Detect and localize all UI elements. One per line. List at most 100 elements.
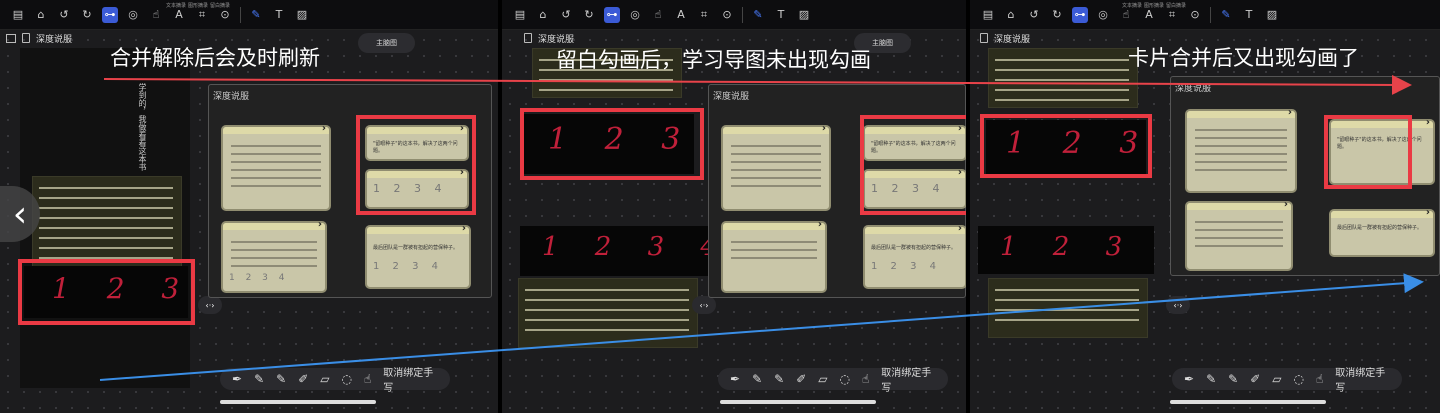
touch-icon[interactable]: ☝ <box>1316 372 1323 386</box>
library-icon[interactable]: ▤ <box>980 7 996 23</box>
redo-icon[interactable]: ↻ <box>1049 7 1065 23</box>
mindmap-card[interactable] <box>721 123 831 211</box>
mindmap-icon[interactable]: ⊶ <box>1072 6 1088 23</box>
toolbar: ▤ ⌂ ↺ ↻ ⊶ ◎ ☝ A ⌗ ⊙ ✎ T ▨ <box>970 0 1440 30</box>
target-icon[interactable]: ◎ <box>1095 7 1111 23</box>
home-icon[interactable]: ⌂ <box>535 7 551 23</box>
unbind-button[interactable]: 取消绑定手写 <box>881 364 936 394</box>
mindmap-card[interactable] <box>221 123 331 211</box>
toolbar-mini-label: 文本摘录 <box>166 3 187 9</box>
unbind-button[interactable]: 取消绑定手写 <box>1335 364 1390 394</box>
library-icon[interactable]: ▤ <box>512 7 528 23</box>
note-block <box>518 278 698 348</box>
toolbar-mini-label: 文本摘录 <box>1122 3 1143 9</box>
handwriting: 1 2 3 4 <box>1000 232 1154 262</box>
mindmap-card[interactable] <box>1185 107 1297 193</box>
toolbar-divider <box>742 6 743 23</box>
mindmap-card[interactable] <box>1185 199 1293 271</box>
undo-icon[interactable]: ↺ <box>558 7 574 23</box>
home-icon[interactable]: ⌂ <box>1003 7 1019 23</box>
handwriting: 1 2 3 4 <box>542 232 710 262</box>
eraser-icon[interactable]: ▱ <box>818 372 827 386</box>
marker-icon[interactable]: ✐ <box>298 372 308 386</box>
pen-icon[interactable]: ✎ <box>1218 7 1234 23</box>
target-icon[interactable]: ◎ <box>125 7 141 23</box>
collapse-icon[interactable]: ‹·› <box>1166 296 1190 314</box>
card-handwriting: 1 2 3 4 <box>373 261 443 272</box>
text-icon[interactable]: A <box>673 7 689 23</box>
redo-icon[interactable]: ↻ <box>79 7 95 23</box>
unbind-button[interactable]: 取消绑定手写 <box>383 364 438 394</box>
image-icon[interactable]: ▨ <box>1264 7 1280 23</box>
touch-icon[interactable]: ☝ <box>364 372 371 386</box>
redo-icon[interactable]: ↻ <box>581 7 597 23</box>
mindmap-card[interactable] <box>721 219 827 293</box>
mindmap-card[interactable]: 最后团队是一群被有担起的营保种子。 <box>1329 207 1435 257</box>
doc-tab[interactable]: 深度说服 <box>980 30 1030 46</box>
toolbar: ▤ ⌂ ↺ ↻ ⊶ ◎ ☝ A ⌗ ⊙ ✎ T ▨ <box>502 0 966 30</box>
lasso-tool-icon[interactable]: ◌ <box>839 372 849 386</box>
image-icon[interactable]: ▨ <box>796 7 812 23</box>
eraser-icon[interactable]: ▱ <box>320 372 329 386</box>
crop-icon[interactable]: ⌗ <box>696 7 712 23</box>
target-icon[interactable]: ◎ <box>627 7 643 23</box>
handwriting-block[interactable]: 1 2 3 4 <box>978 226 1154 274</box>
pen-tray: ✒ ✎ ✎ ✐ ▱ ◌ ☝ 取消绑定手写 <box>718 368 948 394</box>
hand-icon[interactable]: ☝ <box>148 7 164 23</box>
doc-tab[interactable]: 深度说服 <box>6 30 72 46</box>
pen-blue-icon[interactable]: ✎ <box>1206 372 1216 386</box>
doc-title: 深度说服 <box>36 34 73 45</box>
document-column: 学到的，我做看看这本书 <box>20 48 190 388</box>
mindmap-card[interactable]: 1 2 3 4 <box>221 219 327 293</box>
sheet-title: 深度说服 <box>213 92 250 102</box>
hand-icon[interactable]: ☝ <box>650 7 666 23</box>
undo-icon[interactable]: ↺ <box>56 7 72 23</box>
collapse-icon[interactable]: ‹·› <box>692 296 716 314</box>
mindmap-icon[interactable]: ⊶ <box>604 6 620 23</box>
library-icon[interactable]: ▤ <box>10 7 26 23</box>
eraser-icon[interactable]: ▱ <box>1272 372 1281 386</box>
textbox-icon[interactable]: T <box>1241 7 1257 23</box>
mindmap-tab[interactable]: 主脑图 <box>358 33 415 53</box>
note-block <box>988 278 1148 338</box>
highlight-box <box>1324 115 1412 189</box>
home-indicator <box>1170 400 1326 404</box>
sidebar-toggle-icon[interactable] <box>6 33 16 43</box>
pen-black-icon[interactable]: ✒ <box>232 372 242 386</box>
undo-icon[interactable]: ↺ <box>1026 7 1042 23</box>
toolbar-divider <box>240 6 241 23</box>
pen-green-icon[interactable]: ✎ <box>774 372 784 386</box>
image-icon[interactable]: ▨ <box>294 7 310 23</box>
pen-blue-icon[interactable]: ✎ <box>752 372 762 386</box>
pen-icon[interactable]: ✎ <box>750 7 766 23</box>
pen-black-icon[interactable]: ✒ <box>730 372 740 386</box>
pen-black-icon[interactable]: ✒ <box>1184 372 1194 386</box>
collapse-icon[interactable]: ‹·› <box>198 296 222 314</box>
lasso-icon[interactable]: ⊙ <box>719 7 735 23</box>
lasso-icon[interactable]: ⊙ <box>1187 7 1203 23</box>
marker-icon[interactable]: ✐ <box>1250 372 1260 386</box>
card-handwriting: 1 2 3 4 <box>871 261 941 272</box>
lasso-tool-icon[interactable]: ◌ <box>1293 372 1303 386</box>
home-indicator <box>720 400 876 404</box>
mindmap-card[interactable]: 最后团队是一群被有担起的营保种子。 1 2 3 4 <box>863 223 966 289</box>
toolbar: ▤ ⌂ ↺ ↻ ⊶ ◎ ☝ A ⌗ ⊙ ✎ T ▨ <box>0 0 498 30</box>
pen-blue-icon[interactable]: ✎ <box>254 372 264 386</box>
doc-title: 深度说服 <box>538 34 575 45</box>
touch-icon[interactable]: ☝ <box>862 372 869 386</box>
textbox-icon[interactable]: T <box>773 7 789 23</box>
home-indicator <box>220 400 376 404</box>
mindmap-card[interactable]: 最后团队是一群被有担起的营保种子。 1 2 3 4 <box>365 223 471 289</box>
toolbar-mini-label: 留白摘录 <box>210 3 231 9</box>
home-icon[interactable]: ⌂ <box>33 7 49 23</box>
mindmap-icon[interactable]: ⊶ <box>102 6 118 23</box>
pen-green-icon[interactable]: ✎ <box>1228 372 1238 386</box>
mindmap-tab-label: 主脑图 <box>872 39 893 47</box>
handwriting-block[interactable]: 1 2 3 4 <box>520 226 710 276</box>
pen-green-icon[interactable]: ✎ <box>276 372 286 386</box>
highlight-box <box>356 115 476 215</box>
pen-icon[interactable]: ✎ <box>248 7 264 23</box>
lasso-tool-icon[interactable]: ◌ <box>341 372 351 386</box>
marker-icon[interactable]: ✐ <box>796 372 806 386</box>
textbox-icon[interactable]: T <box>271 7 287 23</box>
